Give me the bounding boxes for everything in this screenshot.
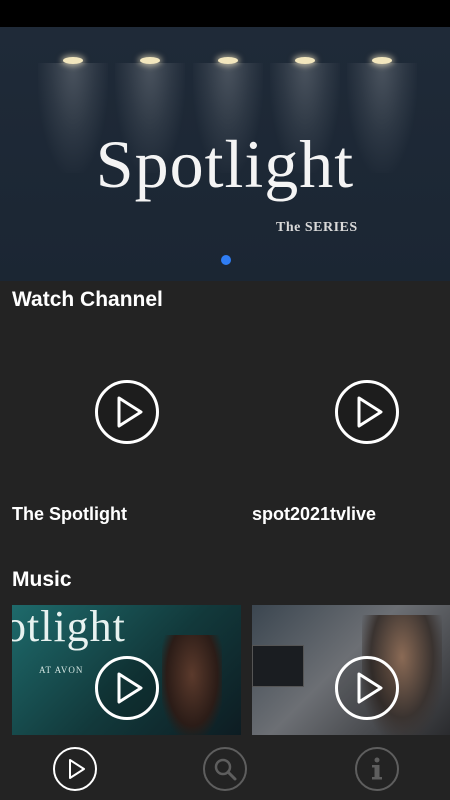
play-button-spot2021tvlive[interactable] (335, 380, 399, 444)
status-bar (0, 0, 450, 27)
channel-label-spot2021tvlive[interactable]: spot2021tvlive (252, 504, 376, 525)
play-icon (357, 396, 383, 428)
play-button-the-spotlight[interactable] (95, 380, 159, 444)
monitor-screen (252, 645, 304, 687)
play-button-music-2[interactable] (335, 656, 399, 720)
search-icon (214, 758, 237, 781)
spotlight-lamp (140, 57, 160, 64)
tab-info[interactable] (355, 747, 399, 791)
hero-subtitle: The SERIES (276, 220, 358, 235)
bottom-tab-bar (0, 735, 450, 800)
tab-watch[interactable] (53, 747, 97, 791)
carousel-page-indicator[interactable] (221, 255, 231, 265)
music-heading: Music (12, 568, 72, 591)
spotlight-lamp (218, 57, 238, 64)
spotlight-lamp (372, 57, 392, 64)
play-icon (117, 396, 143, 428)
play-icon (69, 759, 85, 779)
watch-channel-heading: Watch Channel (12, 288, 163, 311)
channel-label-the-spotlight[interactable]: The Spotlight (12, 504, 127, 525)
tab-search[interactable] (203, 747, 247, 791)
play-icon (357, 672, 383, 704)
play-button-music-1[interactable] (95, 656, 159, 720)
spotlight-lamp (63, 57, 83, 64)
thumbnail-logo-subtext: AT AVON (39, 665, 84, 675)
performer-figure (162, 635, 222, 735)
hero-banner[interactable]: Spotlight The SERIES (0, 27, 450, 281)
play-icon (117, 672, 143, 704)
info-icon (372, 757, 382, 780)
spotlight-lamp (295, 57, 315, 64)
thumbnail-logo-text: otlight (12, 605, 126, 651)
hero-title: Spotlight (95, 126, 355, 202)
